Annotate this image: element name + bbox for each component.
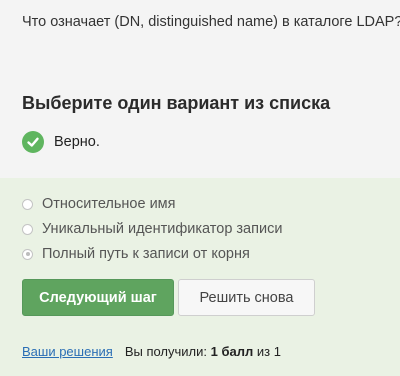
question-area: Что означает (DN, distinguished name) в …	[0, 0, 400, 178]
option-unique-identifier[interactable]: Уникальный идентификатор записи	[22, 219, 282, 239]
radio-button-selected[interactable]	[22, 248, 33, 260]
score-prefix: Вы получили:	[124, 344, 208, 359]
radio-button[interactable]	[22, 198, 33, 210]
option-label: Полный путь к записи от корня	[42, 246, 250, 262]
radio-button[interactable]	[22, 223, 33, 235]
question-text: Что означает (DN, distinguished name) в …	[22, 14, 400, 30]
option-label: Относительное имя	[42, 196, 176, 212]
score-text: Вы получили: 1 балл из 1	[125, 344, 281, 359]
section-heading: Выберите один вариант из списка	[22, 93, 331, 113]
score-value: 1 балл	[210, 344, 254, 359]
next-step-button[interactable]: Следующий шаг	[22, 279, 174, 316]
retry-button[interactable]: Решить снова	[178, 279, 315, 316]
feedback-text: Верно.	[54, 134, 100, 150]
option-relative-name[interactable]: Относительное имя	[22, 194, 176, 214]
option-full-path[interactable]: Полный путь к записи от корня	[22, 244, 250, 264]
score-suffix: из 1	[256, 344, 281, 359]
your-solutions-link[interactable]: Ваши решения	[22, 344, 113, 359]
option-label: Уникальный идентификатор записи	[42, 221, 283, 237]
feedback-correct: Верно.	[22, 130, 100, 154]
footer: Ваши решения Вы получили: 1 балл из 1	[22, 344, 281, 359]
check-icon	[22, 131, 44, 153]
